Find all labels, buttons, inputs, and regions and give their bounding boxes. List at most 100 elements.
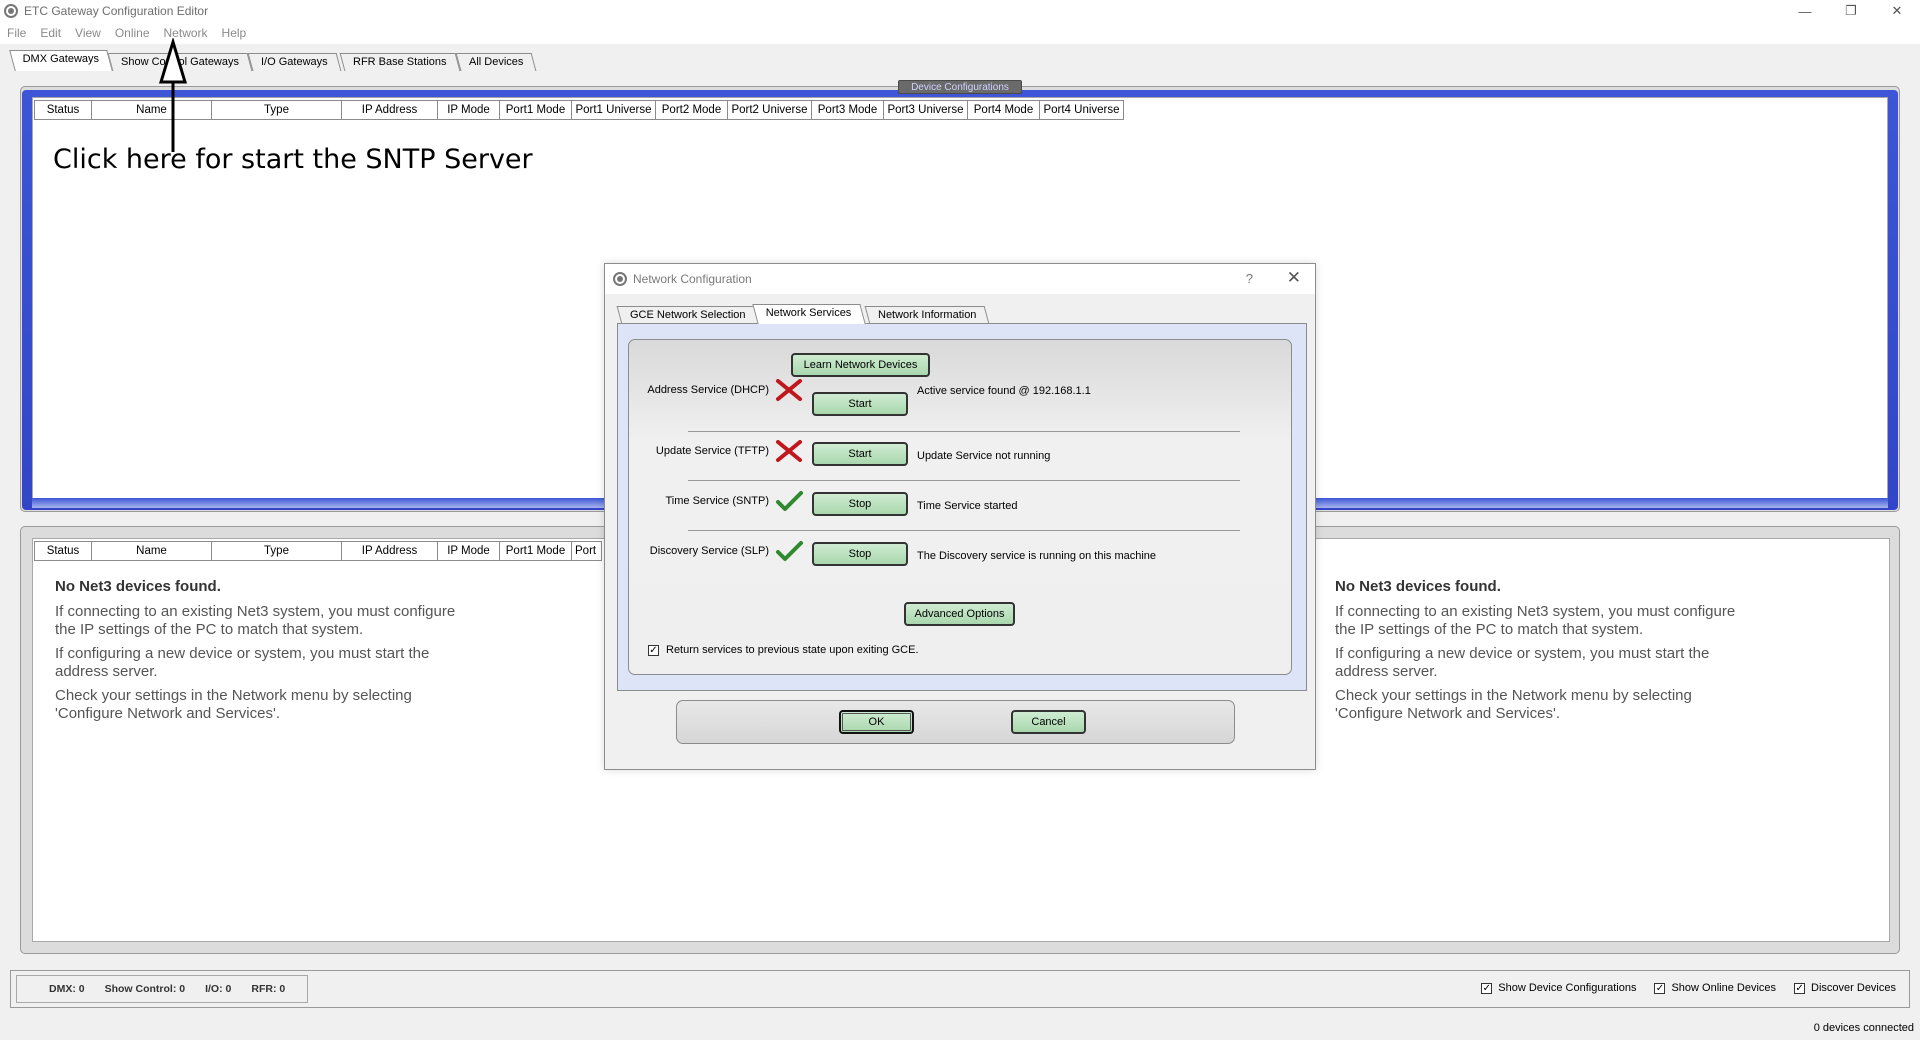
tab-all-devices[interactable]: All Devices [455,53,537,71]
col-status[interactable]: Status [34,100,92,120]
dialog-tabs: GCE Network Selection Network Services N… [616,304,1307,324]
checkbox-checked-icon[interactable]: ✓ [648,644,659,656]
col-port-truncated[interactable]: Port [572,541,602,561]
dialog-button-panel [676,700,1235,744]
minimize-icon[interactable]: — [1782,0,1828,22]
no-devices-message-left: No Net3 devices found. If connecting to … [55,578,495,729]
show-device-configurations-checkbox[interactable]: ✓ Show Device Configurations [1481,982,1636,994]
help-icon[interactable]: ? [1246,271,1253,286]
message-paragraph: If connecting to an existing Net3 system… [55,603,456,638]
slp-stop-button[interactable]: Stop [812,542,908,566]
app-icon [4,4,18,18]
check-icon [776,491,803,511]
dmx-count: DMX: 0 [49,983,85,995]
show-online-devices-checkbox[interactable]: ✓ Show Online Devices [1654,982,1776,994]
learn-network-devices-button[interactable]: Learn Network Devices [791,353,930,377]
ok-button[interactable]: OK [839,710,914,734]
menu-online[interactable]: Online [108,26,157,40]
devices-connected-status: 0 devices connected [1813,1022,1914,1034]
x-icon [776,440,802,462]
tab-gce-network-selection[interactable]: GCE Network Selection [616,306,759,324]
message-title: No Net3 devices found. [1335,578,1501,595]
message-title: No Net3 devices found. [55,578,221,595]
window-title: ETC Gateway Configuration Editor [24,4,209,18]
menu-help[interactable]: Help [215,26,254,40]
slp-status-text: The Discovery service is running on this… [917,550,1157,562]
col-name[interactable]: Name [92,541,212,561]
col-port4-mode[interactable]: Port4 Mode [968,100,1040,120]
col-port3-mode[interactable]: Port3 Mode [812,100,884,120]
checkbox-checked-icon[interactable]: ✓ [1481,982,1493,994]
x-icon [776,379,802,401]
main-tabs: DMX Gateways Show Control Gateways I/O G… [0,50,1920,71]
return-services-checkbox[interactable]: ✓ Return services to previous state upon… [648,644,919,656]
device-configurations-label: Device Configurations [898,80,1022,94]
view-options: ✓ Show Device Configurations ✓ Show Onli… [1481,982,1896,994]
col-status[interactable]: Status [34,541,92,561]
slp-service-label: Discovery Service (SLP) [649,545,769,557]
discover-devices-checkbox[interactable]: ✓ Discover Devices [1794,982,1896,994]
title-bar: ETC Gateway Configuration Editor — ❐ ✕ [0,0,1920,22]
message-paragraph: Check your settings in the Network menu … [55,687,412,722]
col-port2-universe[interactable]: Port2 Universe [728,100,812,120]
window-controls: — ❐ ✕ [1782,0,1920,22]
message-paragraph: Check your settings in the Network menu … [1335,687,1692,722]
divider [688,431,1240,432]
check-icon [776,541,803,561]
col-port1-universe[interactable]: Port1 Universe [572,100,656,120]
message-paragraph: If connecting to an existing Net3 system… [1335,603,1736,638]
col-name[interactable]: Name [92,100,212,120]
message-paragraph: If configuring a new device or system, y… [55,645,430,680]
dhcp-service-label: Address Service (DHCP) [647,384,769,396]
tab-io-gateways[interactable]: I/O Gateways [247,53,342,71]
menu-file[interactable]: File [0,26,33,40]
dhcp-start-button[interactable]: Start [812,392,908,416]
close-icon[interactable]: ✕ [1874,0,1920,22]
tftp-start-button[interactable]: Start [812,442,908,466]
col-ip-mode[interactable]: IP Mode [438,541,500,561]
col-port1-mode[interactable]: Port1 Mode [500,541,572,561]
col-type[interactable]: Type [212,541,342,561]
menu-bar: File Edit View Online Network Help [0,22,1920,44]
dialog-title-bar: Network Configuration ? ✕ [605,264,1315,294]
annotation-text: Click here for start the SNTP Server [53,144,533,175]
col-ip-address[interactable]: IP Address [342,541,438,561]
checkbox-checked-icon[interactable]: ✓ [1654,982,1666,994]
divider [688,530,1240,531]
lower-table-header: Status Name Type IP Address IP Mode Port… [34,541,602,561]
sntp-stop-button[interactable]: Stop [812,492,908,516]
tab-network-information[interactable]: Network Information [864,306,990,324]
tftp-service-label: Update Service (TFTP) [655,445,769,457]
sntp-service-label: Time Service (SNTP) [665,495,770,507]
device-counts: DMX: 0 Show Control: 0 I/O: 0 RFR: 0 [16,975,308,1003]
divider [688,480,1240,481]
tab-rfr-base-stations[interactable]: RFR Base Stations [339,53,460,71]
col-port2-mode[interactable]: Port2 Mode [656,100,728,120]
tab-dmx-gateways[interactable]: DMX Gateways [9,50,114,71]
dialog-title: Network Configuration [633,272,752,286]
col-port4-universe[interactable]: Port4 Universe [1040,100,1124,120]
restore-icon[interactable]: ❐ [1828,0,1874,22]
advanced-options-button[interactable]: Advanced Options [904,602,1015,626]
tftp-status-text: Update Service not running [917,450,1051,462]
menu-view[interactable]: View [68,26,108,40]
dialog-close-icon[interactable]: ✕ [1287,268,1301,288]
io-count: I/O: 0 [205,983,232,995]
col-port3-universe[interactable]: Port3 Universe [884,100,968,120]
col-port1-mode[interactable]: Port1 Mode [500,100,572,120]
col-ip-address[interactable]: IP Address [342,100,438,120]
sntp-status-text: Time Service started [917,500,1018,512]
no-devices-message-right: No Net3 devices found. If connecting to … [1335,578,1775,729]
upper-table-header: Status Name Type IP Address IP Mode Port… [34,100,1124,120]
show-control-count: Show Control: 0 [104,983,186,995]
col-type[interactable]: Type [212,100,342,120]
message-paragraph: If configuring a new device or system, y… [1335,645,1710,680]
menu-edit[interactable]: Edit [33,26,68,40]
tab-network-services[interactable]: Network Services [752,304,866,324]
checkbox-checked-icon[interactable]: ✓ [1794,982,1806,994]
rfr-count: RFR: 0 [251,983,286,995]
annotation-arrow-icon [158,38,188,152]
dialog-app-icon [613,272,627,286]
cancel-button[interactable]: Cancel [1011,710,1086,734]
col-ip-mode[interactable]: IP Mode [438,100,500,120]
